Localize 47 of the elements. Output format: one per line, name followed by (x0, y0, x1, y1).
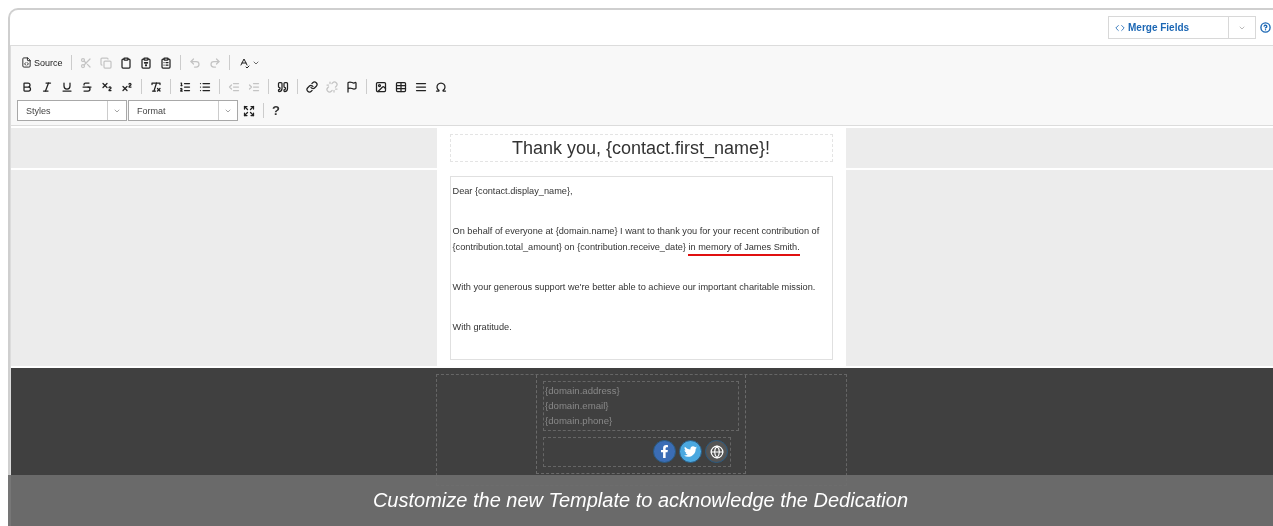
unlink-icon (326, 80, 338, 93)
help-icon[interactable] (1260, 22, 1271, 33)
bird-icon[interactable] (679, 440, 702, 463)
source-button[interactable]: Source (17, 52, 67, 73)
superscript-icon (121, 80, 133, 93)
numbered-list-icon (179, 80, 191, 93)
footer-line: {domain.email} (545, 399, 610, 413)
image-icon (375, 80, 387, 93)
scissors-icon (79, 56, 92, 69)
email-paragraph: On behalf of everyone at {domain.name} I want to thank you for your recent contribution of {contribution.total_amount} on {contribution.receive_date} in memory of James Smith. (452, 223, 830, 255)
email-title: Thank you, {contact.first_name}! (449, 134, 833, 162)
copy-icon (99, 56, 112, 69)
help-button[interactable]: ? (268, 103, 284, 118)
document-icon (21, 57, 32, 68)
globe-icon[interactable] (705, 440, 728, 463)
bullet-list-icon (199, 80, 211, 93)
flag-icon (346, 80, 358, 93)
subscript-icon (101, 80, 113, 93)
clipboard-text-icon (139, 56, 152, 69)
facebook-icon[interactable] (653, 440, 676, 463)
email-paragraph: Dear {contact.display_name}, (452, 185, 574, 198)
table-icon (395, 80, 407, 93)
clipboard-list-icon (159, 56, 172, 69)
italic-icon (41, 80, 53, 93)
redo-icon (208, 56, 221, 69)
merge-fields-dropdown[interactable]: Merge Fields (1108, 16, 1256, 39)
outdent-icon (228, 80, 240, 93)
underline-icon (61, 80, 73, 93)
link-icon (306, 80, 318, 93)
clear-format-icon (150, 80, 162, 93)
email-paragraph: With gratitude. (452, 321, 513, 334)
style-dropdown[interactable]: Styles (17, 100, 127, 121)
quote-icon (277, 80, 289, 93)
email-paragraph: With your generous support we're better able to achieve our important charitable mission. (452, 281, 817, 294)
omega-icon (435, 80, 447, 93)
style-dropdown[interactable]: Format (128, 100, 238, 121)
bold-icon (21, 80, 33, 93)
code-icon (1115, 22, 1125, 33)
footer-line: {domain.address} (545, 384, 621, 398)
indent-icon (248, 80, 260, 93)
maximize-icon (243, 104, 255, 117)
caption-bar: Customize the new Template to acknowledge the Dedication (8, 475, 1273, 526)
strikethrough-icon (81, 80, 93, 93)
clipboard-icon (119, 56, 132, 69)
footer-line: {domain.phone} (545, 414, 614, 428)
undo-icon (188, 56, 201, 69)
horizontal-lines-icon (415, 80, 427, 93)
